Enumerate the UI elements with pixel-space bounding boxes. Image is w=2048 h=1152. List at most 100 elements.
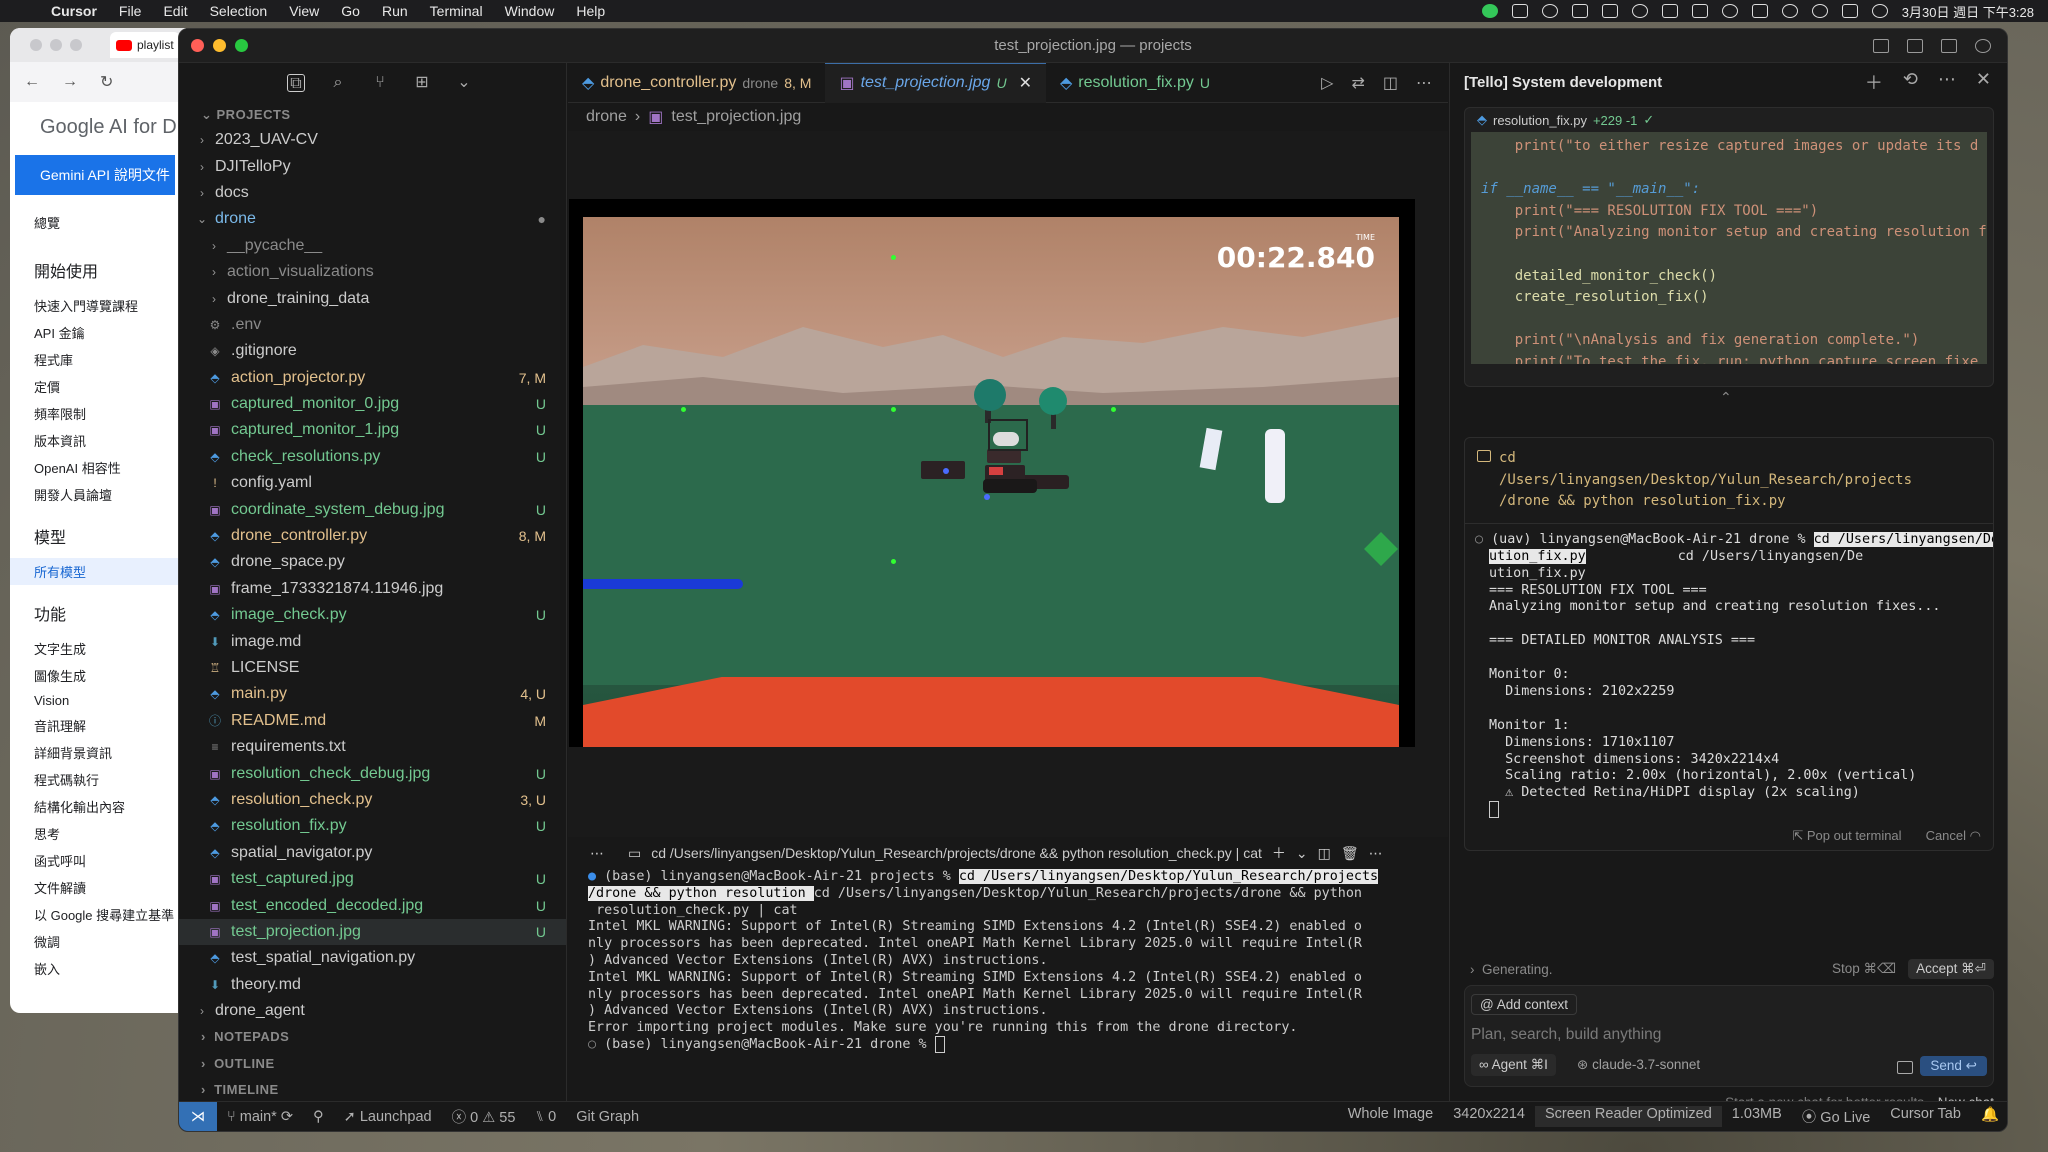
file-row[interactable]: ▣ coordinate_system_debug.jpg U	[179, 496, 566, 522]
breadcrumb-folder[interactable]: drone	[586, 108, 627, 126]
sidebar-item-structured-output[interactable]: 結構化輸出內容	[34, 793, 186, 820]
sidebar-item-openai-compat[interactable]: OpenAI 相容性	[34, 454, 186, 481]
sidebar-item-function-calling[interactable]: 函式呼叫	[34, 847, 186, 874]
notes-app-icon[interactable]	[1511, 4, 1528, 18]
wifi-icon[interactable]	[1781, 4, 1798, 18]
cancel-command-button[interactable]: Cancel ◠	[1926, 828, 1981, 844]
folder-row[interactable]: › drone_training_data	[179, 285, 566, 311]
tab-drone-controller[interactable]: ⬘ drone_controller.py drone 8, M	[568, 63, 825, 103]
close-icon[interactable]: ✕	[1976, 69, 1991, 95]
tab-test-projection[interactable]: ▣ test_projection.jpg U ✕	[825, 62, 1046, 103]
notifications-bell-icon[interactable]: 🔔	[1971, 1106, 2007, 1127]
go-live-button[interactable]: ⦿ Go Live	[1792, 1106, 1881, 1127]
file-row[interactable]: ⬘ resolution_fix.py U	[179, 813, 566, 839]
sidebar-item-text-gen[interactable]: 文字生成	[34, 635, 186, 662]
toggle-secondary-sidebar-icon[interactable]	[1941, 38, 1957, 53]
screen-reader-status[interactable]: Screen Reader Optimized	[1534, 1106, 1722, 1127]
add-context-button[interactable]: @ Add context	[1471, 994, 1578, 1015]
file-row[interactable]: ▣ frame_1733321874.11946.jpg	[179, 576, 566, 602]
stop-button[interactable]: Stop ⌘⌫	[1832, 961, 1896, 977]
trash-icon[interactable]: 🗑	[1341, 845, 1359, 862]
sidebar-item-image-gen[interactable]: 圖像生成	[34, 662, 186, 689]
menu-run[interactable]: Run	[371, 3, 419, 19]
file-row[interactable]: ⬘ main.py 4, U	[179, 681, 566, 707]
sidebar-item-all-models[interactable]: 所有模型	[10, 558, 186, 585]
sidebar-item-audio[interactable]: 音訊理解	[34, 712, 186, 739]
gamepad-icon[interactable]	[1661, 4, 1678, 18]
launchpad-status[interactable]: ➚ Launchpad	[334, 1109, 442, 1125]
sidebar-item-thinking[interactable]: 思考	[34, 820, 186, 847]
control-center-icon[interactable]	[1841, 4, 1858, 18]
history-icon[interactable]: ⟲	[1903, 69, 1918, 95]
sidebar-item-libraries[interactable]: 程式庫	[34, 346, 186, 373]
chevron-down-icon[interactable]: ⌄	[1296, 845, 1308, 862]
files-icon[interactable]: ⧉	[287, 74, 305, 92]
folder-row[interactable]: › action_visualizations	[179, 259, 566, 285]
menu-go[interactable]: Go	[330, 3, 371, 19]
file-row[interactable]: ⬘ action_projector.py 7, M	[179, 365, 566, 391]
browser-close-dot[interactable]	[30, 39, 42, 51]
new-chat-icon[interactable]: ＋	[1865, 69, 1883, 95]
back-icon[interactable]: ←	[24, 73, 40, 91]
menu-file[interactable]: File	[108, 3, 153, 19]
menu-app-name[interactable]: Cursor	[40, 3, 108, 19]
file-row[interactable]: ▣ captured_monitor_1.jpg U	[179, 417, 566, 443]
branch-status[interactable]: ⑂ main* ⟳	[217, 1109, 303, 1125]
spotlight-search-icon[interactable]	[1811, 4, 1828, 18]
compare-icon[interactable]: ⇄	[1351, 73, 1364, 93]
file-row[interactable]: ⚙ .env	[179, 312, 566, 338]
folder-row[interactable]: ⌄ drone ●	[179, 206, 566, 232]
chatgpt-icon[interactable]	[1541, 4, 1558, 18]
file-row[interactable]: ▣ captured_monitor_0.jpg U	[179, 391, 566, 417]
file-row[interactable]: ⓘ README.md M	[179, 708, 566, 734]
sidebar-item-search-grounding[interactable]: 以 Google 搜尋建立基準	[34, 901, 186, 928]
sidebar-item-rate-limits[interactable]: 頻率限制	[34, 400, 186, 427]
play-icon[interactable]	[1631, 4, 1648, 18]
browser-minimize-dot[interactable]	[50, 39, 62, 51]
reload-icon[interactable]: ↻	[100, 72, 113, 92]
file-row[interactable]: ≡ requirements.txt	[179, 734, 566, 760]
split-editor-icon[interactable]: ◫	[1383, 73, 1398, 93]
sidebar-item-fine-tuning[interactable]: 微調	[34, 928, 186, 955]
menu-clock[interactable]: 3月30日 週日 下午3:28	[1902, 2, 2034, 21]
image-preview[interactable]: TIME 00:22.840	[569, 199, 1415, 747]
folder-row[interactable]: › docs	[179, 180, 566, 206]
google-ai-logo[interactable]: Google AI for D	[10, 102, 186, 139]
sidebar-item-release-notes[interactable]: 版本資訊	[34, 427, 186, 454]
file-row[interactable]: ! config.yaml	[179, 470, 566, 496]
more-actions-icon[interactable]: ⋯	[1938, 69, 1956, 95]
file-row[interactable]: ▣ test_captured.jpg U	[179, 866, 566, 892]
notion-icon[interactable]	[1571, 4, 1588, 18]
run-icon[interactable]: ▷	[1321, 73, 1333, 93]
close-window-button[interactable]	[191, 39, 204, 52]
sidebar-item-quickstart[interactable]: 快速入門導覽課程	[34, 292, 186, 319]
sidebar-item-pricing[interactable]: 定價	[34, 373, 186, 400]
browser-zoom-dot[interactable]	[70, 39, 82, 51]
screen-icon[interactable]	[1601, 4, 1618, 18]
more-actions-icon[interactable]: ⋯	[1416, 73, 1432, 93]
chat-terminal-output[interactable]: ○ (uav) linyangsen@MacBook-Air-21 drone …	[1465, 524, 1993, 824]
sidebar-item-doc-understanding[interactable]: 文件解讀	[34, 874, 186, 901]
split-terminal-icon[interactable]: ◫	[1318, 845, 1331, 862]
folder-row[interactable]: › DJITelloPy	[179, 153, 566, 179]
file-row[interactable]: ⬘ drone_space.py	[179, 549, 566, 575]
battery-icon[interactable]	[1751, 4, 1768, 18]
ports-status[interactable]: ⑊ 0	[525, 1109, 566, 1125]
sidebar-item-vision[interactable]: Vision	[34, 689, 186, 712]
remote-icon[interactable]: ⋊	[179, 1101, 217, 1131]
file-row[interactable]: ▣ resolution_check_debug.jpg U	[179, 760, 566, 786]
file-row[interactable]: ▣ test_encoded_decoded.jpg U	[179, 892, 566, 918]
menu-help[interactable]: Help	[565, 3, 616, 19]
file-row[interactable]: ⬘ test_spatial_navigation.py	[179, 945, 566, 971]
settings-gear-icon[interactable]	[1975, 38, 1991, 53]
terminal-tab-title[interactable]: cd /Users/linyangsen/Desktop/Yulun_Resea…	[651, 845, 1262, 861]
breadcrumb-file[interactable]: test_projection.jpg	[671, 108, 801, 126]
chevron-down-icon[interactable]: ⌄	[455, 74, 473, 92]
toggle-sidebar-icon[interactable]	[1873, 38, 1889, 53]
code-diff-header[interactable]: ⬘ resolution_fix.py +229 -1 ✓	[1465, 108, 1993, 132]
forward-icon[interactable]: →	[62, 73, 78, 91]
close-tab-icon[interactable]: ✕	[1019, 73, 1032, 93]
folder-row[interactable]: › 2023_UAV-CV	[179, 127, 566, 153]
file-row[interactable]: ⬘ check_resolutions.py U	[179, 444, 566, 470]
more-actions-icon[interactable]: ⋯	[1369, 845, 1383, 862]
